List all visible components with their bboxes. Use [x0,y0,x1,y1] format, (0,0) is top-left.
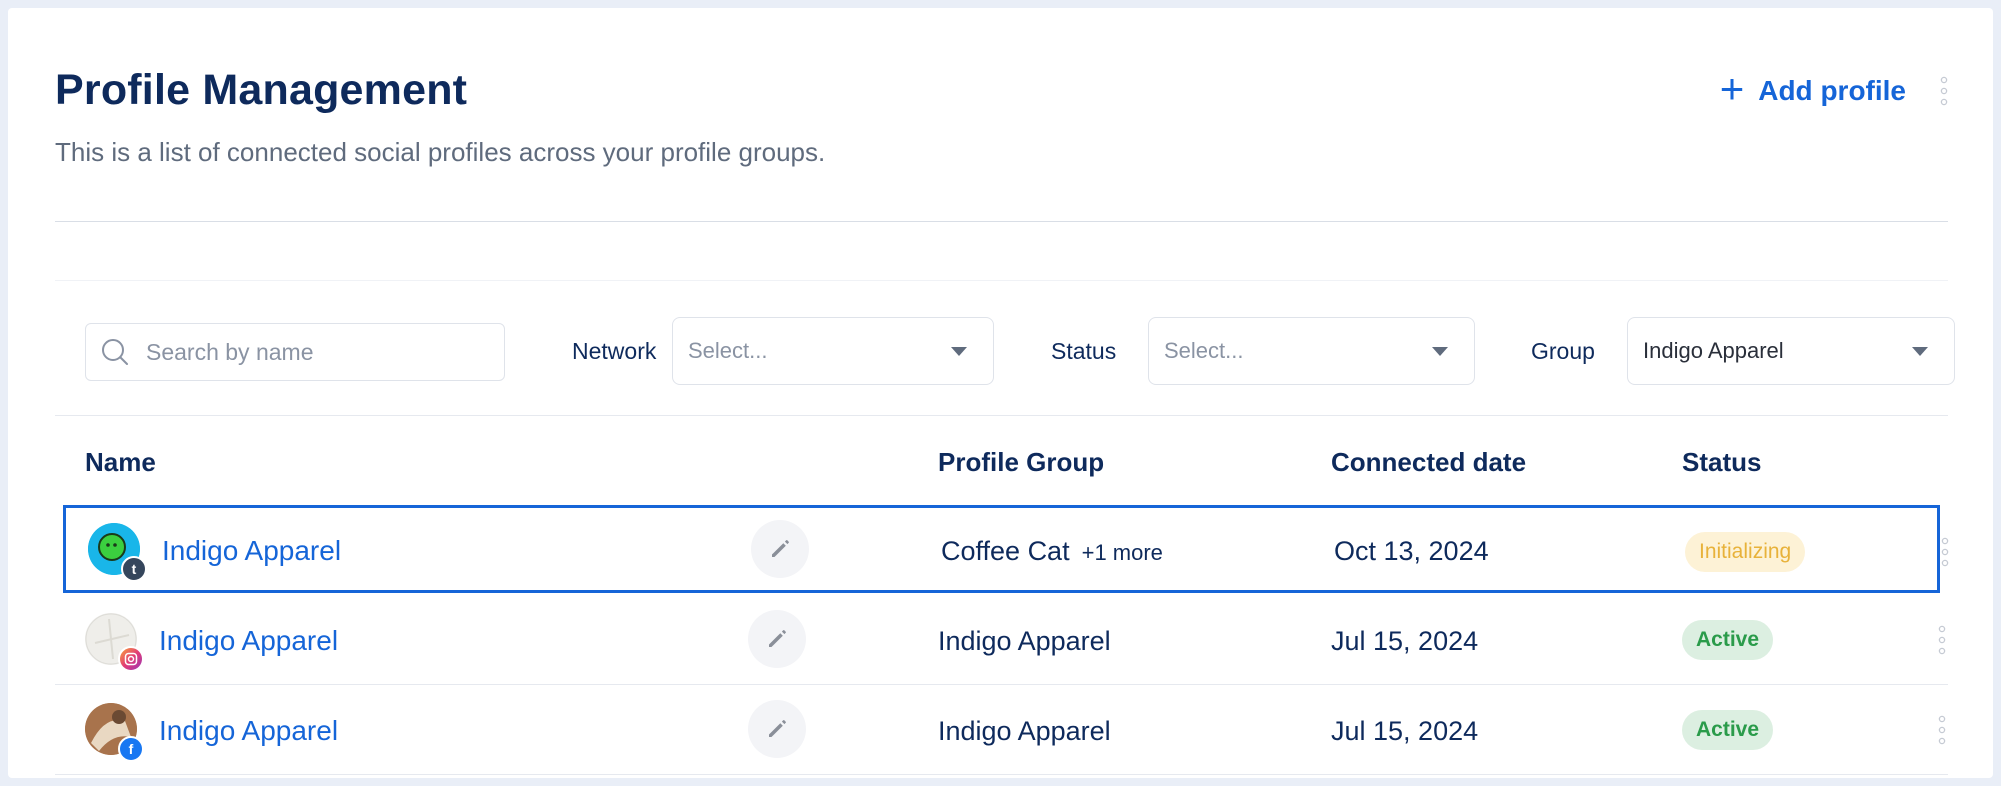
search-input[interactable] [144,337,478,367]
network-select-value: Select... [688,338,768,363]
page-header: Profile Management This is a list of con… [55,66,1948,168]
add-profile-label: Add profile [1758,75,1906,106]
group-select[interactable]: Indigo Apparel [1627,317,1955,385]
kebab-menu-icon[interactable] [1937,715,1947,745]
pencil-icon [769,630,786,647]
group-filter-label: Group [1531,338,1595,364]
profile-name-link[interactable]: Indigo Apparel [159,715,338,747]
edit-button[interactable] [748,610,806,668]
network-filter-label: Network [572,338,657,364]
profile-group-cell: Coffee Cat +1 more [941,536,1163,567]
kebab-menu-icon[interactable] [1940,76,1948,106]
instagram-icon [118,646,144,672]
chevron-down-icon [951,346,967,356]
table-row[interactable]: t Indigo Apparel Coffee Cat +1 more Oct 1… [63,505,1949,593]
connected-date: Oct 13, 2024 [1334,536,1489,566]
pencil-icon [772,540,789,557]
edit-button[interactable] [751,520,809,578]
page-subtitle: This is a list of connected social profi… [55,137,826,167]
profile-management-page: Profile Management This is a list of con… [8,8,1993,778]
plus-icon: + [1719,65,1745,112]
pencil-icon [769,720,786,737]
profiles-panel: Network Select... Status Select... Group… [55,280,1955,778]
table-row[interactable]: Indigo Apparel Indigo Apparel Jul 15, 20… [55,595,1948,685]
network-select[interactable]: Select... [672,317,994,385]
column-header-connected-date: Connected date [1331,447,1527,477]
table-row[interactable]: f Indigo Apparel Indigo Apparel Jul 15, … [55,685,1948,775]
facebook-icon: f [118,736,144,762]
filter-bar: Network Select... Status Select... Group… [55,281,1955,416]
kebab-menu-icon[interactable] [1940,537,1950,567]
add-profile-button[interactable]: + Add profile [1720,68,1906,110]
status-badge: Active [1682,710,1774,750]
search-icon [102,339,128,365]
status-select-value: Select... [1164,338,1244,363]
chevron-down-icon [1912,346,1928,356]
status-filter-label: Status [1051,338,1117,364]
column-header-status: Status [1682,447,1762,477]
group-select-value: Indigo Apparel [1643,338,1784,363]
tumblr-icon: t [121,556,147,582]
table-header: Name Profile Group Connected date Status [55,415,1948,505]
profile-name-link[interactable]: Indigo Apparel [159,625,338,657]
status-select[interactable]: Select... [1148,317,1475,385]
search-box[interactable] [85,323,505,381]
profile-name-link[interactable]: Indigo Apparel [162,535,341,567]
connected-date: Jul 15, 2024 [1331,626,1479,656]
chevron-down-icon [1432,346,1448,356]
profile-group-name: Indigo Apparel [938,626,1111,656]
more-groups-link[interactable]: +1 more [1082,540,1163,565]
kebab-menu-icon[interactable] [1937,625,1947,655]
profile-group-name: Coffee Cat [941,536,1070,566]
column-header-name: Name [85,447,156,477]
column-header-profile-group: Profile Group [938,447,1105,477]
profile-group-name: Indigo Apparel [938,716,1111,746]
status-badge: Initializing [1685,532,1806,572]
status-badge: Active [1682,620,1774,660]
page-title: Profile Management [55,66,468,114]
edit-button[interactable] [748,700,806,758]
header-divider [55,221,1948,222]
connected-date: Jul 15, 2024 [1331,716,1479,746]
